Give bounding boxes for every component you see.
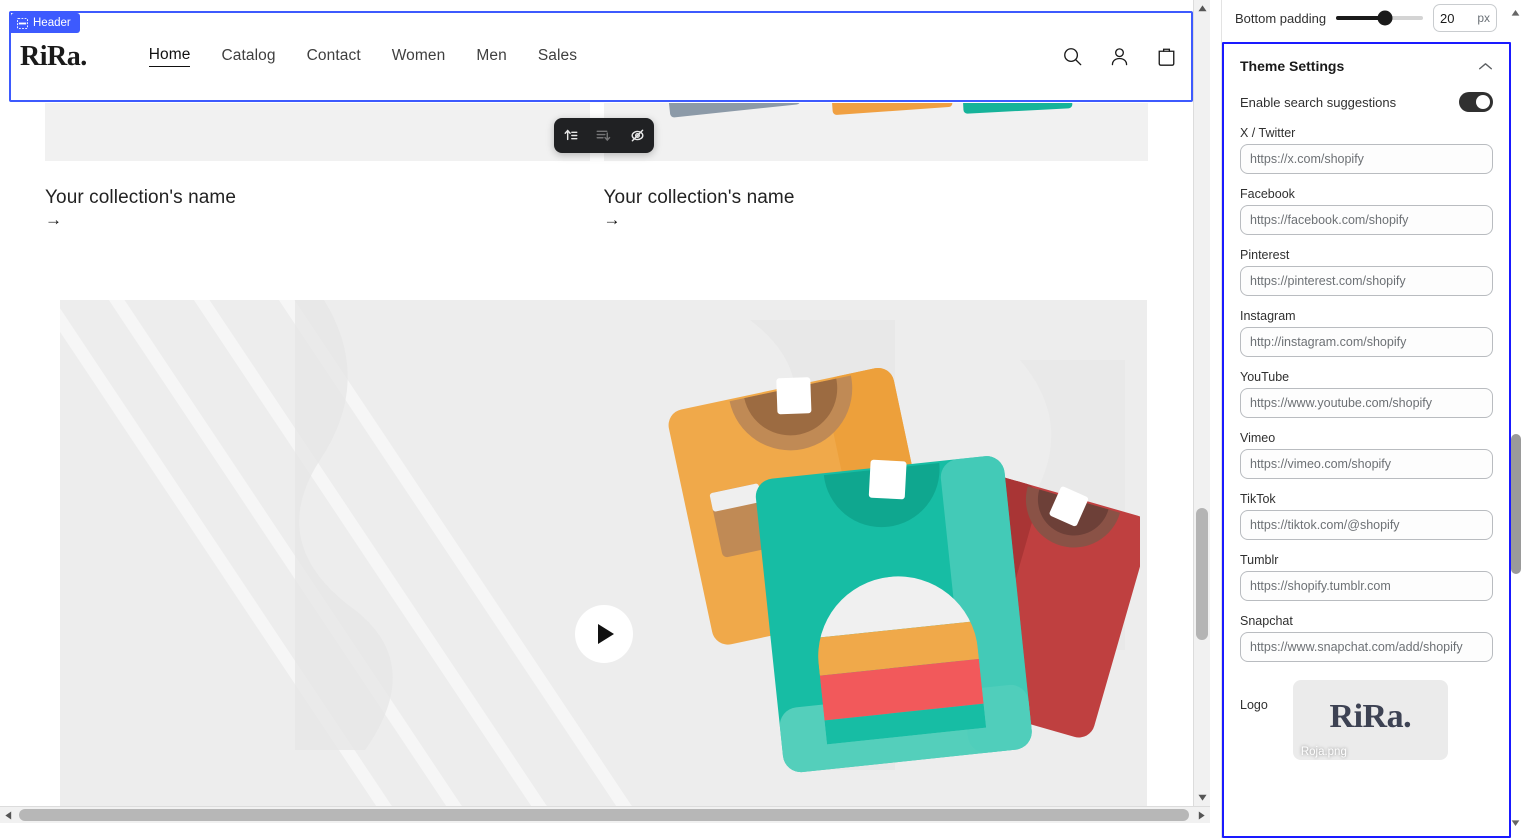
- field-label: YouTube: [1240, 370, 1290, 384]
- section-badge-label: Header: [33, 17, 71, 29]
- logo-thumbnail[interactable]: RiRa. Roja.png: [1292, 680, 1448, 760]
- collection-title: Your collection's name: [45, 187, 237, 208]
- move-section-down-icon: [593, 125, 614, 146]
- collection-arrow-icon[interactable]: →: [45, 211, 590, 228]
- field-vimeo: Vimeo: [1240, 431, 1493, 479]
- nav-link-catalog[interactable]: Catalog: [221, 47, 275, 67]
- bottom-padding-slider[interactable]: [1336, 10, 1423, 26]
- tumblr-input[interactable]: [1240, 571, 1493, 601]
- field-facebook: Facebook: [1240, 187, 1493, 235]
- scroll-down-arrow-icon[interactable]: [1194, 789, 1210, 806]
- bottom-padding-input[interactable]: 20 px: [1433, 4, 1497, 32]
- collection-title: Your collection's name: [603, 187, 795, 208]
- header-utility-icons: [1062, 46, 1177, 67]
- scroll-left-arrow-icon[interactable]: [0, 807, 17, 823]
- main-navigation: Home Catalog Contact Women Men Sales: [148, 46, 577, 67]
- section-badge-header[interactable]: Header: [11, 13, 80, 33]
- collection-image: [603, 103, 1148, 161]
- bottom-padding-label: Bottom padding: [1235, 10, 1327, 26]
- chevron-up-icon[interactable]: [1478, 62, 1493, 71]
- enable-search-suggestions-toggle[interactable]: [1459, 92, 1493, 112]
- preview-horizontal-scroll-thumb[interactable]: [19, 809, 1189, 821]
- vimeo-input[interactable]: [1240, 449, 1493, 479]
- collection-image-accent: [962, 103, 1073, 114]
- field-label: Instagram: [1240, 309, 1296, 323]
- field-label: Vimeo: [1240, 431, 1276, 445]
- field-tiktok: TikTok: [1240, 492, 1493, 540]
- bottom-padding-value: 20: [1440, 10, 1455, 26]
- play-video-button[interactable]: [574, 605, 633, 663]
- store-logo[interactable]: RiRa.: [20, 41, 87, 73]
- bottom-padding-unit: px: [1477, 11, 1490, 25]
- move-section-up-icon[interactable]: [560, 125, 581, 146]
- scroll-right-arrow-icon[interactable]: [1193, 807, 1210, 823]
- sidebar-scroll-thumb[interactable]: [1511, 434, 1521, 574]
- sidebar-vertical-scrollbar[interactable]: [1508, 0, 1522, 838]
- sidebar-scroll-up-arrow-icon[interactable]: [1509, 6, 1521, 20]
- youtube-input[interactable]: [1240, 388, 1493, 418]
- enable-search-suggestions-label: Enable search suggestions: [1240, 94, 1397, 110]
- tshirts-illustration: [668, 367, 1140, 773]
- account-icon[interactable]: [1109, 46, 1130, 67]
- theme-settings-panel[interactable]: Theme Settings Enable search suggestions…: [1222, 42, 1511, 838]
- field-label: Pinterest: [1240, 248, 1290, 262]
- field-tumblr: Tumblr: [1240, 553, 1493, 601]
- logo-setting: Logo RiRa. Roja.png: [1240, 680, 1493, 760]
- bottom-padding-setting: Bottom padding 20 px: [1222, 0, 1505, 36]
- field-label: X / Twitter: [1240, 126, 1296, 140]
- field-label: Facebook: [1240, 187, 1295, 201]
- logo-label: Logo: [1240, 698, 1268, 712]
- field-x-twitter: X / Twitter: [1240, 126, 1493, 174]
- field-label: Tumblr: [1240, 553, 1279, 567]
- nav-link-home[interactable]: Home: [148, 46, 191, 67]
- field-label: Snapchat: [1240, 614, 1293, 628]
- storefront-header: RiRa. Home Catalog Contact Women Men Sal…: [11, 13, 1191, 100]
- pinterest-input[interactable]: [1240, 266, 1493, 296]
- collection-image: [45, 103, 590, 161]
- hide-section-icon[interactable]: [627, 125, 648, 146]
- section-icon: [17, 17, 28, 29]
- sidebar-scroll-down-arrow-icon[interactable]: [1509, 816, 1521, 830]
- field-youtube: YouTube: [1240, 370, 1493, 418]
- preview-vertical-scrollbar[interactable]: [1193, 0, 1210, 806]
- field-pinterest: Pinterest: [1240, 248, 1493, 296]
- search-icon[interactable]: [1062, 46, 1083, 67]
- section-action-toolbar[interactable]: [554, 118, 654, 153]
- tiktok-input[interactable]: [1240, 510, 1493, 540]
- scroll-up-arrow-icon[interactable]: [1194, 0, 1210, 17]
- collection-card[interactable]: Your collection's name →: [603, 103, 1149, 263]
- preview-vertical-scroll-thumb[interactable]: [1196, 508, 1208, 640]
- field-label: TikTok: [1240, 492, 1276, 506]
- field-snapchat: Snapchat: [1240, 614, 1493, 662]
- collection-arrow-icon[interactable]: →: [604, 211, 1149, 228]
- theme-settings-header[interactable]: Theme Settings: [1240, 58, 1493, 74]
- nav-link-contact[interactable]: Contact: [307, 47, 361, 67]
- preview-horizontal-scrollbar[interactable]: [0, 806, 1210, 823]
- theme-preview-canvas[interactable]: Header RiRa. Home Catalog Contact Women …: [0, 0, 1193, 806]
- nav-link-sales[interactable]: Sales: [538, 47, 577, 67]
- nav-link-men[interactable]: Men: [476, 47, 506, 67]
- x-twitter-input[interactable]: [1240, 144, 1493, 174]
- video-section[interactable]: [60, 300, 1147, 806]
- snapchat-input[interactable]: [1240, 632, 1493, 662]
- instagram-input[interactable]: [1240, 327, 1493, 357]
- panel-title: Theme Settings: [1240, 58, 1345, 74]
- nav-link-women[interactable]: Women: [392, 47, 446, 67]
- collection-card[interactable]: Your collection's name →: [45, 103, 590, 263]
- facebook-input[interactable]: [1240, 205, 1493, 235]
- logo-image-mark: RiRa.: [1329, 697, 1412, 735]
- enable-search-suggestions-setting: Enable search suggestions: [1240, 92, 1493, 112]
- play-icon: [597, 624, 614, 644]
- settings-sidebar: Bottom padding 20 px Theme Settings Enab…: [1221, 0, 1522, 838]
- cart-icon[interactable]: [1156, 46, 1177, 67]
- logo-filename: Roja.png: [1300, 746, 1347, 758]
- field-instagram: Instagram: [1240, 309, 1493, 357]
- slider-knob[interactable]: [1377, 10, 1393, 26]
- toggle-knob: [1476, 95, 1490, 109]
